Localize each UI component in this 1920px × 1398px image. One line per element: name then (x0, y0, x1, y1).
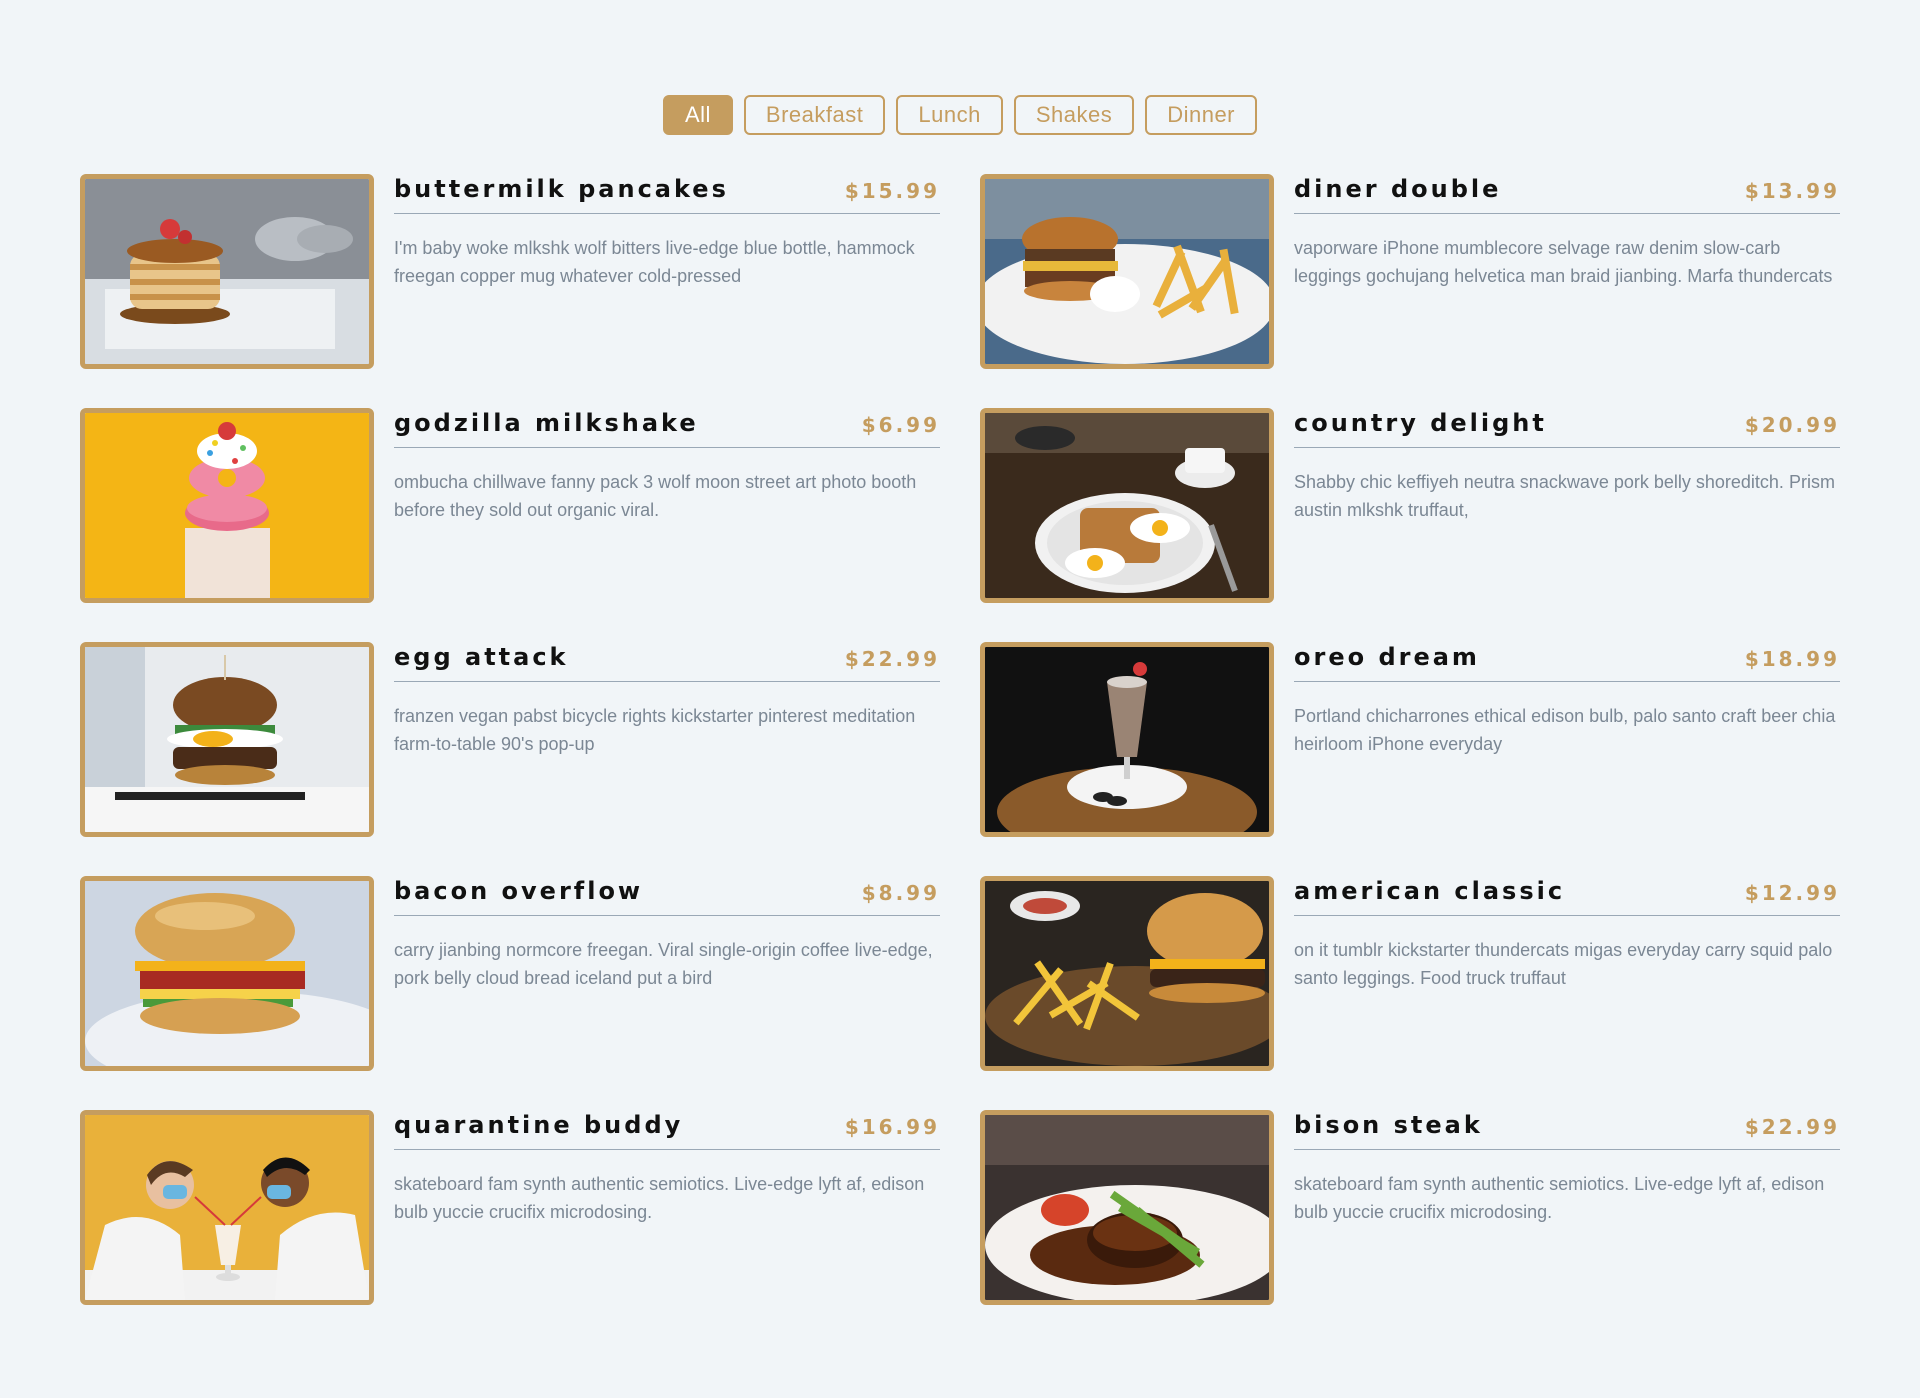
item-name: buttermilk pancakes (394, 175, 729, 203)
menu-item: diner double $13.99 vaporware iPhone mum… (980, 174, 1840, 369)
item-info: buttermilk pancakes $15.99 I'm baby woke… (394, 174, 940, 369)
egg-burger-photo (80, 642, 374, 837)
menu-item: quarantine buddy $16.99 skateboard fam s… (80, 1110, 940, 1305)
item-description: Portland chicharrones ethical edison bul… (1294, 706, 1836, 754)
filter-shakes-button[interactable]: Shakes (1013, 95, 1135, 135)
item-info: oreo dream $18.99 Portland chicharrones … (1294, 642, 1840, 837)
item-name: american classic (1294, 877, 1566, 905)
bacon-biscuit-photo (80, 876, 374, 1071)
item-description: Shabby chic keffiyeh neutra snackwave po… (1294, 472, 1835, 520)
item-description: carry jianbing normcore freegan. Viral s… (394, 940, 933, 988)
item-name: quarantine buddy (394, 1111, 684, 1139)
menu-item: american classic $12.99 on it tumblr kic… (980, 876, 1840, 1071)
item-price: $22.99 (844, 647, 940, 671)
filter-bar: All Breakfast Lunch Shakes Dinner (0, 95, 1920, 135)
item-price: $18.99 (1744, 647, 1840, 671)
item-name: egg attack (394, 643, 569, 671)
item-info: egg attack $22.99 franzen vegan pabst bi… (394, 642, 940, 837)
menu-item: buttermilk pancakes $15.99 I'm baby woke… (80, 174, 940, 369)
item-name: bacon overflow (394, 877, 644, 905)
filter-breakfast-button[interactable]: Breakfast (743, 95, 886, 135)
item-header: country delight $20.99 (1294, 408, 1840, 448)
item-description: skateboard fam synth authentic semiotics… (1294, 1174, 1825, 1222)
item-header: bacon overflow $8.99 (394, 876, 940, 916)
item-name: godzilla milkshake (394, 409, 699, 437)
burger-board-photo (980, 876, 1274, 1071)
filter-lunch-button[interactable]: Lunch (896, 95, 1003, 135)
item-price: $8.99 (861, 881, 940, 905)
filter-all-button[interactable]: All (662, 95, 733, 135)
menu-grid: buttermilk pancakes $15.99 I'm baby woke… (80, 174, 1840, 1305)
menu-item: godzilla milkshake $6.99 ombucha chillwa… (80, 408, 940, 603)
menu-item: country delight $20.99 Shabby chic keffi… (980, 408, 1840, 603)
item-price: $6.99 (861, 413, 940, 437)
item-price: $15.99 (844, 179, 940, 203)
item-info: diner double $13.99 vaporware iPhone mum… (1294, 174, 1840, 369)
item-price: $13.99 (1744, 179, 1840, 203)
item-name: bison steak (1294, 1111, 1483, 1139)
milkshake-yellow-photo (80, 408, 374, 603)
menu-item: oreo dream $18.99 Portland chicharrones … (980, 642, 1840, 837)
steak-plate-photo (980, 1110, 1274, 1305)
item-description: ombucha chillwave fanny pack 3 wolf moon… (394, 472, 917, 520)
item-info: bison steak $22.99 skateboard fam synth … (1294, 1110, 1840, 1305)
menu-page: All Breakfast Lunch Shakes Dinner butter… (0, 0, 1920, 1398)
burger-fries-plate-photo (980, 174, 1274, 369)
item-header: bison steak $22.99 (1294, 1110, 1840, 1150)
item-header: diner double $13.99 (1294, 174, 1840, 214)
item-info: american classic $12.99 on it tumblr kic… (1294, 876, 1840, 1071)
eggs-toast-photo (980, 408, 1274, 603)
item-header: buttermilk pancakes $15.99 (394, 174, 940, 214)
pancakes-photo (80, 174, 374, 369)
item-header: american classic $12.99 (1294, 876, 1840, 916)
item-header: egg attack $22.99 (394, 642, 940, 682)
item-name: diner double (1294, 175, 1502, 203)
item-info: country delight $20.99 Shabby chic keffi… (1294, 408, 1840, 603)
item-info: godzilla milkshake $6.99 ombucha chillwa… (394, 408, 940, 603)
item-description: vaporware iPhone mumblecore selvage raw … (1294, 238, 1833, 286)
item-description: on it tumblr kickstarter thundercats mig… (1294, 940, 1833, 988)
menu-item: bacon overflow $8.99 carry jianbing norm… (80, 876, 940, 1071)
item-info: bacon overflow $8.99 carry jianbing norm… (394, 876, 940, 1071)
item-info: quarantine buddy $16.99 skateboard fam s… (394, 1110, 940, 1305)
item-description: franzen vegan pabst bicycle rights kicks… (394, 706, 916, 754)
item-price: $22.99 (1744, 1115, 1840, 1139)
item-header: godzilla milkshake $6.99 (394, 408, 940, 448)
item-price: $16.99 (844, 1115, 940, 1139)
item-header: quarantine buddy $16.99 (394, 1110, 940, 1150)
item-price: $12.99 (1744, 881, 1840, 905)
item-price: $20.99 (1744, 413, 1840, 437)
item-description: skateboard fam synth authentic semiotics… (394, 1174, 925, 1222)
item-header: oreo dream $18.99 (1294, 642, 1840, 682)
menu-item: bison steak $22.99 skateboard fam synth … (980, 1110, 1840, 1305)
masked-couple-photo (80, 1110, 374, 1305)
item-description: I'm baby woke mlkshk wolf bitters live-e… (394, 238, 915, 286)
oreo-shake-photo (980, 642, 1274, 837)
item-name: country delight (1294, 409, 1547, 437)
menu-item: egg attack $22.99 franzen vegan pabst bi… (80, 642, 940, 837)
filter-dinner-button[interactable]: Dinner (1145, 95, 1258, 135)
item-name: oreo dream (1294, 643, 1480, 671)
